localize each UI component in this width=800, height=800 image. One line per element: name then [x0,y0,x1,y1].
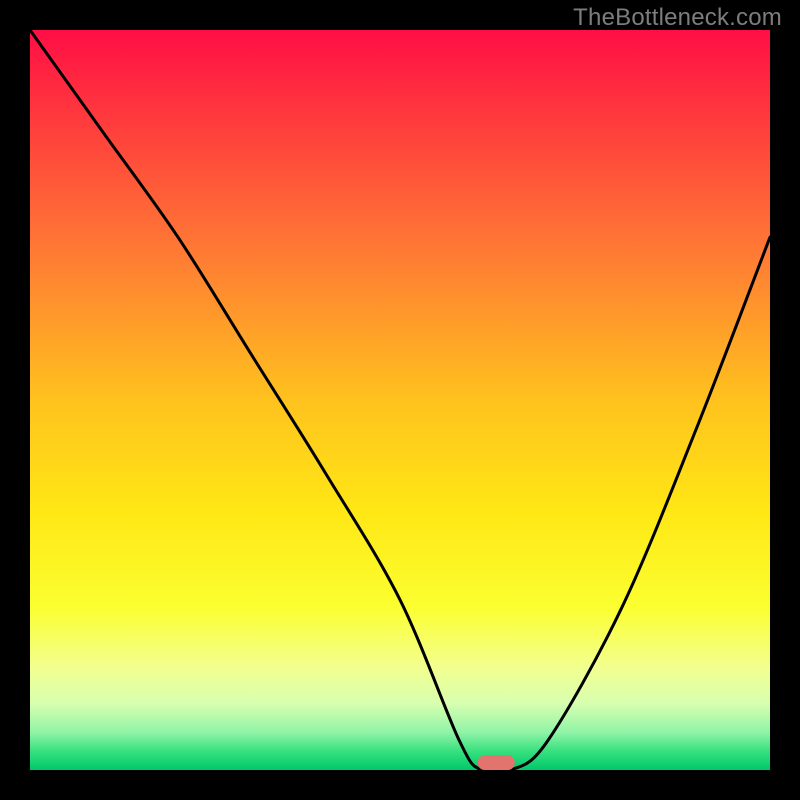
gradient-background [30,30,770,770]
optimal-marker [478,755,515,770]
bottleneck-chart [30,30,770,770]
chart-frame: TheBottleneck.com [0,0,800,800]
watermark-label: TheBottleneck.com [573,4,782,32]
plot-area [30,30,770,770]
